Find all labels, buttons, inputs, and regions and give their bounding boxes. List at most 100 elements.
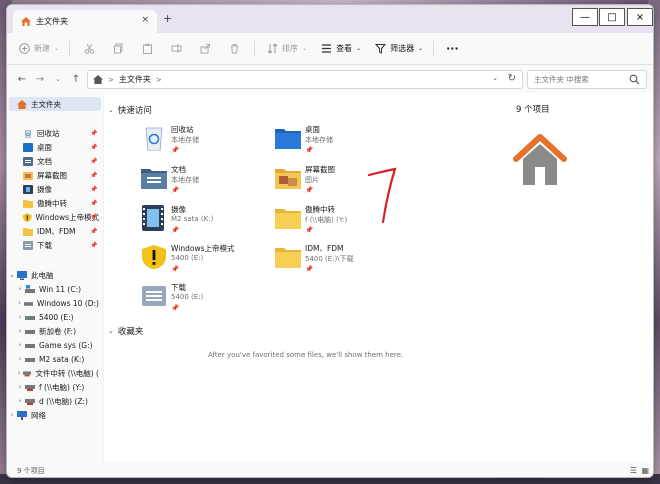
close-window-button[interactable]: × (627, 8, 653, 26)
quick-access-item-god-mode[interactable]: Windows上帝模式 5400 (E:) 📌 (140, 242, 270, 282)
recycle-bin-icon (24, 129, 32, 138)
quick-access-item-recycle-bin[interactable]: 回收站 本地存储 📌 (140, 123, 270, 163)
chevron-right-icon[interactable]: › (15, 383, 25, 391)
quick-access-header[interactable]: ⌄ 快速访问 (108, 104, 152, 116)
address-bar[interactable]: > 主文件夹 > ⌄ ↻ (87, 70, 523, 89)
sidebar-item-drive-c[interactable]: › Win 11 (C:) (7, 282, 99, 296)
view-button[interactable]: 查看 ⌄ (321, 38, 361, 60)
search-input[interactable]: 主文件夹 中搜索 (527, 70, 647, 89)
sidebar-item-network[interactable]: › 网络 (7, 408, 99, 422)
tab-close-button[interactable]: × (141, 15, 149, 25)
more-options-button[interactable]: ··· (446, 38, 459, 60)
forward-arrow-icon[interactable]: → (31, 74, 49, 85)
chevron-right-icon[interactable]: › (15, 327, 25, 335)
item-location: 5400 (E:) (171, 293, 204, 301)
breadcrumb-home[interactable]: 主文件夹 (119, 74, 151, 85)
sidebar-item-label: 下载 (37, 240, 52, 250)
refresh-icon[interactable]: ↻ (508, 73, 516, 84)
warning-shield-icon (23, 212, 32, 222)
tab-home[interactable]: 主文件夹 × (13, 10, 157, 33)
sort-button[interactable]: 排序 ⌄ (267, 38, 307, 60)
quick-access-title: 快速访问 (117, 106, 152, 116)
quick-access-item-camera[interactable]: 摄像 M2 sata (K:) 📌 (140, 203, 270, 243)
sidebar-item-network-drive-y[interactable]: › f (\\电脑) (Y:) (7, 380, 99, 394)
chevron-down-icon[interactable]: ⌄ (7, 271, 17, 279)
chevron-right-icon[interactable]: › (7, 411, 17, 419)
sidebar-item-home[interactable]: 主文件夹 (9, 97, 101, 111)
new-button[interactable]: 新建 ⌄ (19, 38, 59, 60)
recent-chevron-icon[interactable]: ⌄ (49, 75, 67, 83)
chevron-right-icon[interactable]: › (15, 313, 25, 321)
item-count: 9 个项目 (516, 105, 550, 115)
favorites-header[interactable]: ⌄ 收藏夹 (108, 325, 143, 337)
tiles-view-icon[interactable]: ▦ (641, 463, 649, 477)
copy-icon[interactable] (113, 43, 124, 54)
content-pane: ⌄ 快速访问 回收站 本地存储 📌 桌面 本地存储 📌 文档 本地存储 📌 屏幕… (104, 93, 504, 463)
sidebar-item-downloads[interactable]: 下载 📌 (7, 238, 99, 252)
chevron-right-icon[interactable]: › (15, 341, 25, 349)
sidebar-item-documents[interactable]: 文档 📌 (7, 154, 99, 168)
new-icon (19, 43, 30, 54)
sidebar-item-drive-f[interactable]: › 新加卷 (F:) (7, 324, 99, 338)
video-folder-icon (142, 205, 164, 231)
divider (69, 40, 71, 57)
sidebar-item-this-pc[interactable]: ⌄ 此电脑 (7, 268, 99, 282)
chevron-down-icon[interactable]: ⌄ (108, 327, 114, 335)
sidebar-item-camera[interactable]: 摄像 📌 (7, 182, 99, 196)
warning-shield-icon (142, 245, 166, 269)
back-arrow-icon[interactable]: ← (13, 74, 31, 85)
sidebar-item-network-drive-z[interactable]: › d (\\电脑) (Z:) (7, 394, 99, 408)
sidebar-item-recycle-bin[interactable]: 回收站 📌 (7, 126, 99, 140)
chevron-right-icon[interactable]: › (15, 355, 25, 363)
network-drive-icon (25, 398, 35, 405)
sidebar-item-idm-fdm[interactable]: IDM、FDM 📌 (7, 224, 99, 238)
paste-icon[interactable] (142, 43, 153, 54)
chevron-down-icon[interactable]: ⌄ (108, 106, 114, 114)
item-location: 5400 (E:) (171, 254, 204, 262)
new-tab-button[interactable]: + (163, 12, 172, 25)
sidebar-item-god-mode[interactable]: Windows上帝模式 📌 (7, 210, 99, 224)
chevron-right-icon[interactable]: › (15, 397, 25, 405)
screenshots-folder-icon (275, 169, 301, 189)
system-drive-icon (25, 284, 35, 293)
home-icon (21, 17, 31, 26)
search-icon (629, 74, 640, 85)
chevron-right-icon[interactable]: › (15, 285, 25, 293)
drive-icon (25, 315, 35, 320)
chevron-right-icon[interactable]: › (15, 299, 24, 307)
delete-icon[interactable] (229, 43, 240, 54)
minimize-button[interactable]: — (572, 8, 598, 26)
sidebar-item-network-drive-transfer[interactable]: › 文件中转 (\\电脑) ( (7, 366, 99, 380)
item-name: 屏幕截图 (305, 165, 335, 174)
chevron-right-icon[interactable]: › (15, 369, 23, 377)
sidebar-item-drive-g[interactable]: › Game sys (G:) (7, 338, 99, 352)
quick-access-item-downloads[interactable]: 下载 5400 (E:) 📌 (140, 281, 270, 321)
cut-icon[interactable] (84, 43, 95, 54)
up-arrow-icon[interactable]: ↑ (67, 74, 85, 85)
quick-access-item-idm-fdm[interactable]: IDM、FDM 5400 (E:)\下载 📌 (274, 242, 404, 282)
sidebar-item-optane-transfer[interactable]: 傲腾中转 📌 (7, 196, 99, 210)
pin-icon: 📌 (171, 186, 180, 194)
folder-icon (275, 248, 301, 268)
network-drive-icon (25, 384, 35, 391)
item-name: 文档 (171, 165, 186, 174)
sidebar-item-drive-e[interactable]: › 5400 (E:) (7, 310, 99, 324)
pin-icon: 📌 (171, 226, 180, 234)
status-item-count: 9 个项目 (17, 467, 45, 475)
quick-access-item-desktop[interactable]: 桌面 本地存储 📌 (274, 123, 404, 163)
pin-icon: 📌 (90, 143, 98, 151)
video-folder-icon (23, 184, 33, 194)
filter-button[interactable]: 筛选器 ⌄ (375, 38, 423, 60)
maximize-button[interactable]: □ (599, 8, 625, 26)
address-dropdown-icon[interactable]: ⌄ (492, 74, 498, 82)
details-view-icon[interactable]: ☰ (630, 463, 637, 477)
sidebar-item-drive-k[interactable]: › M2 sata (K:) (7, 352, 99, 366)
pin-icon: 📌 (171, 146, 180, 154)
quick-access-item-documents[interactable]: 文档 本地存储 📌 (140, 163, 270, 203)
sidebar-item-screenshots[interactable]: 屏幕截图 📌 (7, 168, 99, 182)
rename-icon[interactable] (171, 43, 182, 54)
favorites-empty-message: After you've favorited some files, we'll… (208, 351, 404, 359)
sidebar-item-desktop[interactable]: 桌面 📌 (7, 140, 99, 154)
share-icon[interactable] (200, 43, 211, 54)
sidebar-item-drive-d[interactable]: › Windows 10 (D:) (7, 296, 99, 310)
